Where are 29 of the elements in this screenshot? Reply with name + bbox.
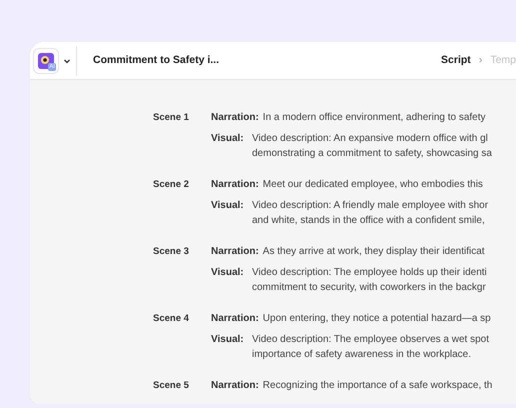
visual-description: Video description: The employee observes a wet spot importance of safety awareness in the workplace.: [252, 333, 489, 362]
visual-description: Video description: The employee holds up their identi commitment to security, with coworkers in the backgr: [252, 266, 487, 295]
scene-label: Scene 5: [153, 379, 190, 393]
narration-label: Narration:: [211, 379, 259, 393]
visual-label: Visual:: [211, 199, 245, 213]
scene-label: Scene 2: [153, 178, 190, 192]
visual-description: Video description: An expansive modern office with gl demonstrating a commitment to safety, showcasing sa: [252, 132, 492, 161]
visual-label: Visual:: [211, 266, 245, 280]
narration-label: Narration:: [211, 111, 259, 125]
app-logo-icon: [38, 52, 54, 68]
narration-text: Upon entering, they notice a potential hazard—a sp: [262, 312, 491, 326]
narration-text: As they arrive at work, they display their identificat: [262, 245, 485, 259]
visual-description: Video description: A friendly male employee with shor and white, stands in the office with a confident smile,: [252, 199, 488, 228]
scene-label: Scene 3: [153, 245, 190, 259]
separator-icon: ›: [478, 52, 482, 68]
narration-label: Narration:: [211, 178, 259, 192]
narration-text: In a modern office environment, adhering to safety: [262, 111, 486, 125]
narration-text: Meet our dedicated employee, who embodies this: [262, 178, 483, 192]
narration-label: Narration:: [211, 245, 259, 259]
narration-text: Recognizing the importance of a safe workspace, th: [262, 379, 492, 393]
project-title: Commitment to Safety i...: [93, 52, 220, 68]
chevron-down-icon: [63, 56, 71, 64]
step-tab[interactable]: Script: [441, 52, 471, 68]
scene-label: Scene 1: [153, 111, 190, 125]
visual-label: Visual:: [211, 132, 245, 146]
visual-label: Visual:: [211, 333, 245, 347]
scene-label: Scene 4: [153, 312, 190, 326]
step-tab[interactable]: Temp: [490, 52, 516, 68]
narration-label: Narration:: [211, 312, 259, 326]
